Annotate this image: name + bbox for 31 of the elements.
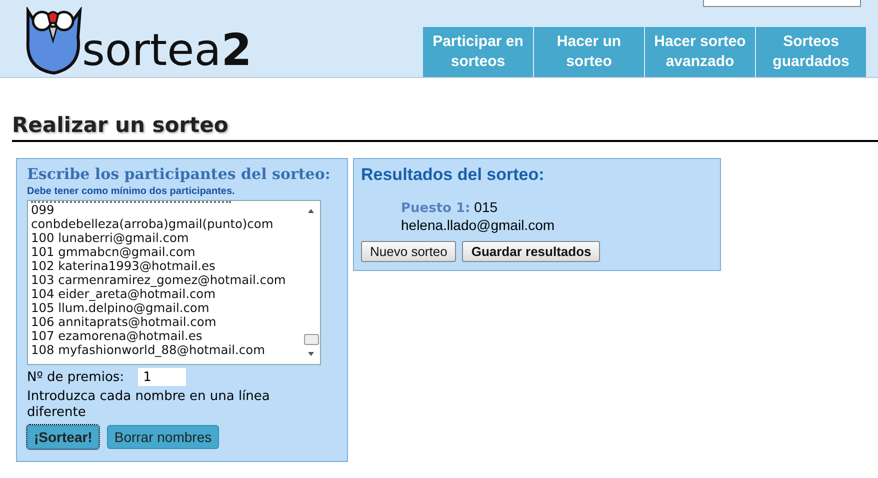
participant-line: 100 lunaberri@gmail.com (31, 231, 190, 245)
instructions-text: Introduzca cada nombre en una línea diferente (27, 389, 271, 421)
page-title: Realizar un sorteo (12, 113, 878, 142)
save-results-button[interactable]: Guardar resultados (462, 241, 600, 262)
participant-line: 102 katerina1993@hotmail.es (31, 259, 216, 273)
winner-email: helena.llado@gmail.com (401, 217, 556, 234)
panel-heading: Resultados del sorteo: (361, 165, 546, 185)
place-label: Puesto 1: (401, 201, 470, 216)
prizes-input[interactable]: 1 (138, 368, 186, 386)
participants-textarea[interactable] (27, 200, 321, 365)
participant-line: 099 (31, 203, 56, 217)
draw-button[interactable]: ¡Sortear! (27, 425, 100, 449)
search-field[interactable] (703, 0, 861, 7)
participant-line: 104 eider_areta@hotmail.com (31, 287, 216, 301)
scroll-down-icon[interactable] (308, 352, 314, 356)
scroll-up-icon[interactable] (308, 209, 314, 213)
clear-button[interactable]: Borrar nombres (107, 425, 219, 449)
result-number: 015 (474, 199, 498, 215)
participant-line: 101 gmmabcn@gmail.com (31, 245, 196, 259)
logo-text[interactable]: sortea2 (82, 29, 252, 73)
participant-line: 108 myfashionworld_88@hotmail.com (31, 343, 266, 357)
participant-line: conbdebelleza(arroba)gmail(punto)com (31, 217, 274, 231)
hint-text: Debe tener como mínimo dos participantes. (27, 186, 236, 197)
prizes-label: Nº de premios: (27, 370, 124, 384)
participant-line: 107 ezamorena@hotmail.es (31, 329, 204, 343)
new-draw-button[interactable]: Nuevo sorteo (361, 241, 456, 262)
participant-line: 105 llum.delpino@gmail.com (31, 301, 210, 315)
panel-heading: Escribe los participantes del sorteo: (27, 165, 332, 183)
scroll-thumb[interactable] (304, 334, 318, 345)
participant-line: 103 carmenramirez_gomez@hotmail.com (31, 273, 287, 287)
participant-line: 106 annitaprats@hotmail.com (31, 315, 218, 329)
